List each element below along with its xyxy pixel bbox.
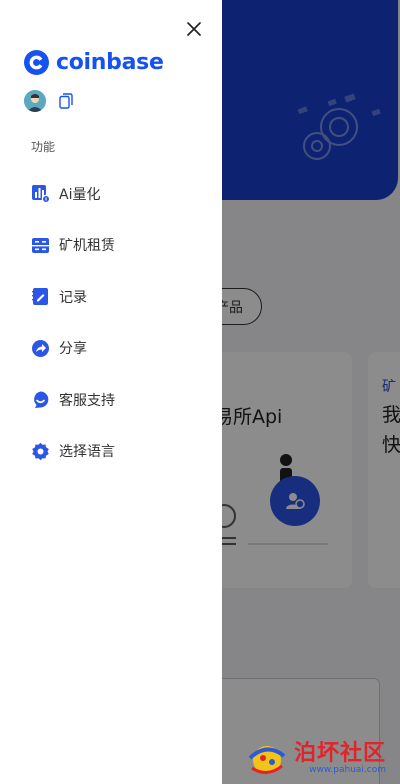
drawer-menu: Ai量化 矿机租赁 记录 分享 客服支持 选择语言	[0, 168, 222, 477]
menu-item-language[interactable]: 选择语言	[0, 426, 222, 478]
avatar[interactable]	[24, 90, 46, 112]
watermark: 泊坏社区 www.pahuai.com	[246, 738, 386, 778]
customer-service-icon	[31, 390, 50, 409]
close-icon[interactable]	[185, 20, 203, 38]
watermark-text: 泊坏社区	[294, 740, 387, 766]
watermark-url: www.pahuai.com	[309, 765, 387, 775]
menu-item-customer-service[interactable]: 客服支持	[0, 374, 222, 426]
menu-item-label: 矿机租赁	[59, 238, 115, 255]
watermark-logo-icon	[248, 746, 286, 774]
menu-item-label: Ai量化	[59, 186, 101, 203]
section-title: 功能	[31, 140, 56, 154]
language-icon	[31, 442, 50, 461]
mining-rental-icon	[31, 236, 50, 255]
menu-item-record[interactable]: 记录	[0, 271, 222, 323]
side-drawer: coinbase 功能 Ai量化 矿机租赁 记录 分享 客服支持 选择语言	[0, 0, 222, 784]
menu-item-label: 选择语言	[59, 444, 115, 461]
ai-quant-icon	[31, 184, 50, 204]
copy-icon[interactable]	[59, 93, 73, 109]
menu-item-share[interactable]: 分享	[0, 323, 222, 375]
avatar-person-icon	[24, 90, 46, 112]
menu-item-mining-rental[interactable]: 矿机租赁	[0, 220, 222, 272]
brand-name: coinbase	[56, 50, 164, 75]
menu-item-ai-quant[interactable]: Ai量化	[0, 168, 222, 220]
coinbase-logo-icon	[24, 50, 49, 75]
share-icon	[31, 339, 50, 358]
menu-item-label: 分享	[59, 341, 87, 358]
record-icon	[31, 287, 50, 306]
menu-item-label: 客服支持	[59, 392, 115, 409]
menu-item-label: 记录	[59, 289, 87, 306]
user-info	[24, 90, 73, 112]
brand-logo: coinbase	[24, 50, 164, 75]
